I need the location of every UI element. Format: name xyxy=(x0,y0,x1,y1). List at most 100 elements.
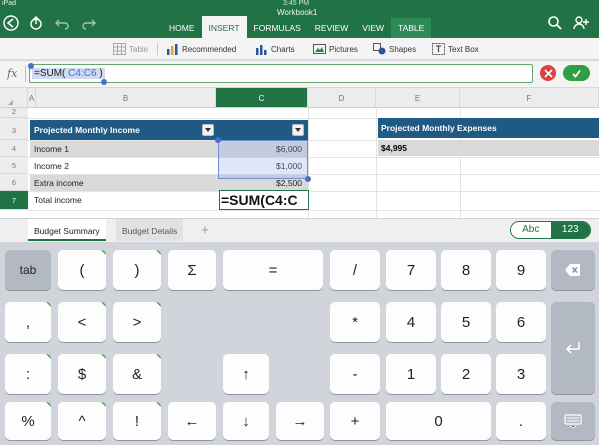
tab-insert[interactable]: INSERT xyxy=(201,16,247,38)
undo-icon[interactable] xyxy=(53,14,71,32)
tab-view[interactable]: VIEW xyxy=(355,18,391,38)
row-header-6[interactable]: 6 xyxy=(0,174,28,191)
tab-home[interactable]: HOME xyxy=(162,18,202,38)
filter-dropdown-icon[interactable] xyxy=(292,124,304,136)
column-header-e[interactable]: E xyxy=(376,88,460,108)
selection-handle-start[interactable] xyxy=(28,63,34,69)
key-colon[interactable]: : xyxy=(5,354,51,394)
key-arrow-left[interactable]: ← xyxy=(168,402,216,440)
tab-formulas[interactable]: FORMULAS xyxy=(247,18,308,38)
key-9[interactable]: 9 xyxy=(496,250,546,290)
key-autosum[interactable]: Σ xyxy=(168,250,216,290)
key-open-paren[interactable]: ( xyxy=(58,250,106,290)
key-return[interactable] xyxy=(551,302,595,394)
chart-icon xyxy=(256,45,267,55)
share-icon[interactable] xyxy=(27,14,45,32)
cancel-formula-button[interactable] xyxy=(540,65,556,81)
row-label: Income 2 xyxy=(34,161,69,171)
key-divide[interactable]: / xyxy=(330,250,380,290)
range-handle-start[interactable] xyxy=(215,137,221,143)
column-header-b[interactable]: B xyxy=(36,88,216,108)
selection-handle-end[interactable] xyxy=(101,79,107,85)
key-decimal[interactable]: . xyxy=(496,402,546,440)
key-dollar[interactable]: $ xyxy=(58,354,106,394)
key-arrow-up[interactable]: ↑ xyxy=(223,354,269,394)
key-backspace[interactable] xyxy=(551,250,595,290)
fx-icon[interactable]: fx xyxy=(7,67,17,80)
row-header-5[interactable]: 5 xyxy=(0,157,28,174)
key-4[interactable]: 4 xyxy=(386,302,436,342)
row-header-3[interactable]: 3 xyxy=(0,118,28,140)
formula-function: =SUM( xyxy=(34,68,66,79)
key-minus[interactable]: - xyxy=(330,354,380,394)
pictures-button[interactable]: Pictures xyxy=(313,42,358,56)
column-header-a[interactable]: A xyxy=(28,88,36,108)
tab-table[interactable]: TABLE xyxy=(391,18,432,38)
key-0[interactable]: 0 xyxy=(386,402,491,440)
expense-total-value[interactable]: $4,995 xyxy=(378,140,599,156)
row-header-2[interactable]: 2 xyxy=(0,108,28,118)
tab-review[interactable]: REVIEW xyxy=(308,18,356,38)
formula-range-highlight[interactable] xyxy=(218,140,308,179)
select-all-corner[interactable] xyxy=(0,88,28,108)
ribbon-tabs: HOME INSERT FORMULAS REVIEW VIEW TABLE xyxy=(162,16,432,38)
key-ampersand[interactable]: & xyxy=(113,354,161,394)
redo-icon[interactable] xyxy=(80,14,98,32)
key-3[interactable]: 3 xyxy=(496,354,546,394)
sheet-tab-budget-details[interactable]: Budget Details xyxy=(116,219,184,241)
key-greater-than[interactable]: > xyxy=(113,302,161,342)
key-arrow-right[interactable]: → xyxy=(276,402,324,440)
charts-label: Charts xyxy=(271,44,295,54)
keyboard-mode-abc[interactable]: Abc xyxy=(511,222,551,238)
status-carrier: iPad xyxy=(2,0,17,7)
back-icon[interactable] xyxy=(2,14,20,32)
key-arrow-down[interactable]: ↓ xyxy=(223,402,269,440)
add-person-icon[interactable] xyxy=(572,14,590,32)
key-2[interactable]: 2 xyxy=(441,354,491,394)
key-less-than[interactable]: < xyxy=(58,302,106,342)
recommended-chart-icon xyxy=(167,44,178,55)
row-header-4[interactable]: 4 xyxy=(0,140,28,157)
active-cell-editor[interactable]: =SUM(C4:C xyxy=(219,190,309,210)
income-table-header[interactable]: Projected Monthly Income xyxy=(30,120,308,140)
key-6[interactable]: 6 xyxy=(496,302,546,342)
formula-range-ref: C4:C6 xyxy=(65,68,100,79)
sheet-tab-budget-summary[interactable]: Budget Summary xyxy=(28,219,106,241)
charts-button[interactable]: Charts xyxy=(255,42,295,56)
filter-dropdown-icon[interactable] xyxy=(202,124,214,136)
textbox-label: Text Box xyxy=(448,44,479,54)
row-header-7[interactable]: 7 xyxy=(0,191,28,210)
expense-table-header[interactable]: Projected Monthly Expenses xyxy=(378,118,599,138)
formula-selection: =SUM( C4:C6 ) xyxy=(32,68,105,79)
key-8[interactable]: 8 xyxy=(441,250,491,290)
table-button[interactable]: Table xyxy=(113,42,148,56)
column-header-d[interactable]: D xyxy=(308,88,376,108)
key-multiply[interactable]: * xyxy=(330,302,380,342)
recommended-button[interactable]: Recommended xyxy=(166,42,236,56)
key-caret[interactable]: ^ xyxy=(58,402,106,440)
key-comma[interactable]: , xyxy=(5,302,51,342)
key-hide-keyboard[interactable] xyxy=(551,402,595,440)
key-exclamation[interactable]: ! xyxy=(113,402,161,440)
keyboard-mode-toggle: Abc 123 xyxy=(510,221,591,239)
picture-icon xyxy=(313,44,326,54)
column-header-c[interactable]: C xyxy=(216,88,308,108)
worksheet-grid[interactable]: A B C D E F 2 3 4 5 6 7 Projected Monthl… xyxy=(0,88,599,218)
textbox-button[interactable]: Text Box xyxy=(432,42,479,56)
key-plus[interactable]: + xyxy=(330,402,380,440)
shapes-button[interactable]: Shapes xyxy=(373,42,416,56)
key-5[interactable]: 5 xyxy=(441,302,491,342)
key-7[interactable]: 7 xyxy=(386,250,436,290)
key-1[interactable]: 1 xyxy=(386,354,436,394)
add-sheet-button[interactable]: + xyxy=(194,221,216,239)
keyboard-mode-123[interactable]: 123 xyxy=(550,222,590,238)
confirm-formula-button[interactable] xyxy=(563,65,590,81)
column-header-f[interactable]: F xyxy=(460,88,599,108)
key-tab[interactable]: tab xyxy=(5,250,51,290)
search-icon[interactable] xyxy=(546,14,564,32)
key-percent[interactable]: % xyxy=(5,402,51,440)
row-value: $2,500 xyxy=(276,178,302,188)
key-equals[interactable]: = xyxy=(223,250,323,290)
key-close-paren[interactable]: ) xyxy=(113,250,161,290)
range-handle-end[interactable] xyxy=(305,176,311,182)
